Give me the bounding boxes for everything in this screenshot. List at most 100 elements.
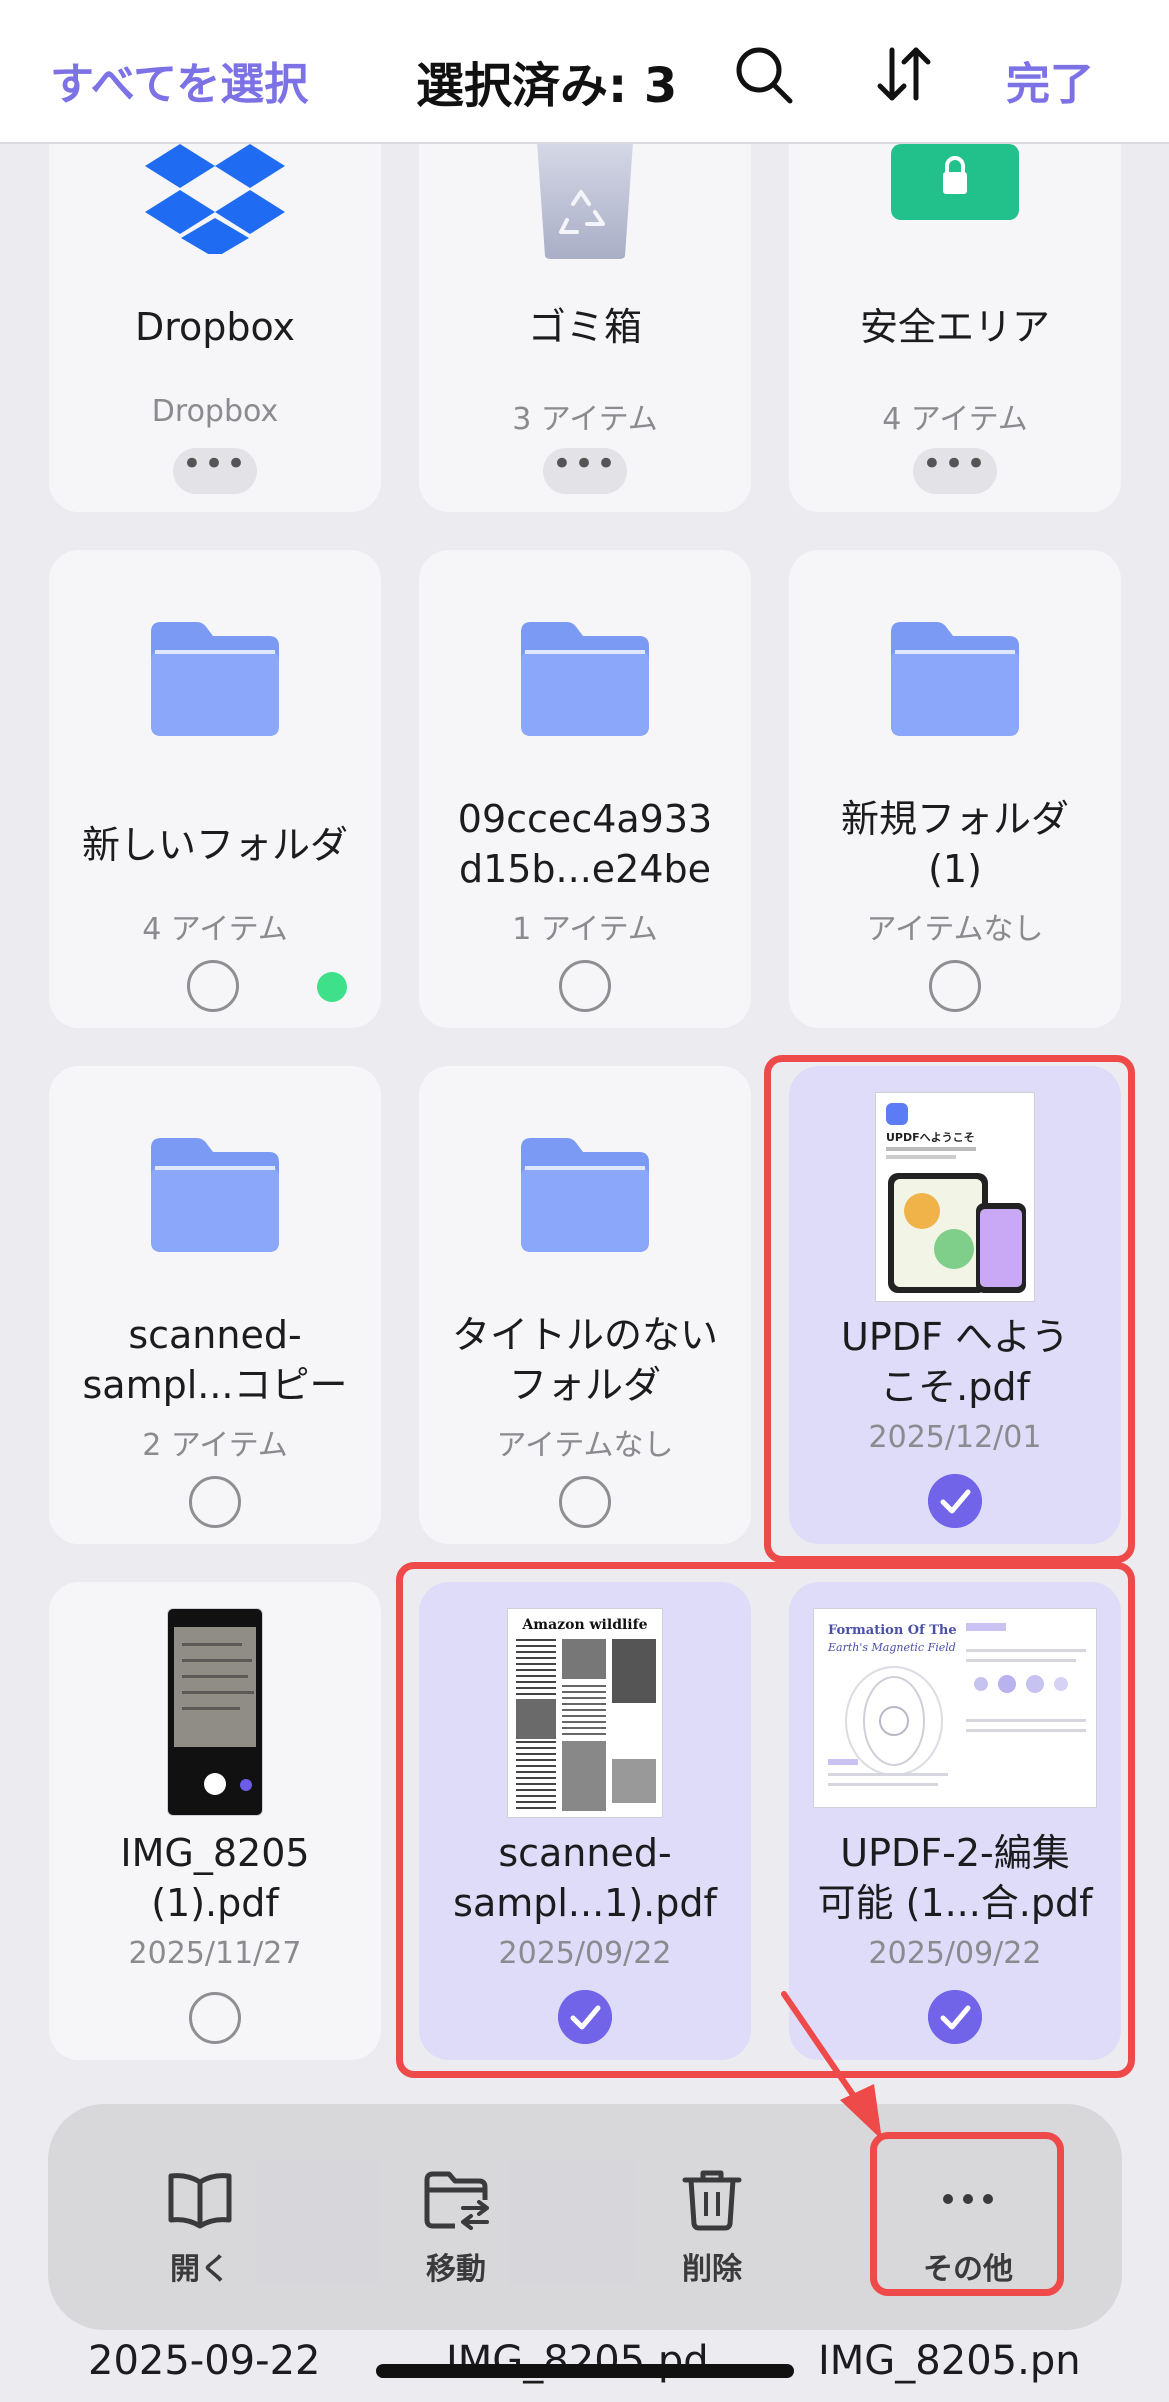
- ellipsis-icon: •••: [921, 444, 989, 484]
- book-icon: [168, 2173, 232, 2229]
- grid-item-trash[interactable]: ゴミ箱 3 アイテム •••: [419, 80, 751, 512]
- item-subtitle: アイテムなし: [866, 912, 1044, 947]
- folder-icon: [151, 1138, 279, 1252]
- item-name: UPDF-2-編集 可能 (1...合.pdf: [817, 1831, 1093, 1925]
- item-subtitle: 2025/12/01: [868, 1420, 1042, 1455]
- item-name: ゴミ箱: [527, 305, 642, 349]
- thumb-title: Amazon wildlife: [522, 1617, 648, 1633]
- item-name: IMG_8205 (1).pdf: [120, 1831, 310, 1925]
- search-icon[interactable]: [733, 44, 795, 106]
- item-name: 09ccec4a933 d15b...e24be: [457, 797, 713, 891]
- grid-item-folder[interactable]: scanned- sampl...コピー 2 アイテム: [49, 1066, 381, 1544]
- item-name: タイトルのない フォルダ: [451, 1313, 718, 1407]
- notebook-photo: [174, 1627, 256, 1747]
- folder-icon: [151, 622, 279, 736]
- animal-photo: [612, 1759, 656, 1803]
- item-subtitle: 2025/11/27: [128, 1936, 302, 1971]
- folder-move-icon: [424, 2171, 489, 2230]
- annotation-arrow: [781, 1991, 882, 2140]
- folder-icon: [521, 1138, 649, 1252]
- more-button[interactable]: その他: [868, 2164, 1068, 2288]
- new-item-dot: [317, 972, 347, 1002]
- checkmark-selected-icon[interactable]: [928, 1474, 982, 1528]
- updf-logo-icon: [886, 1103, 908, 1125]
- giraffe-photo: [562, 1741, 606, 1811]
- selection-radio[interactable]: [187, 960, 239, 1012]
- home-indicator: [376, 2364, 794, 2378]
- grid-item-folder[interactable]: タイトルのない フォルダ アイテムなし: [419, 1066, 751, 1544]
- selection-count-title: 選択済み: 3: [416, 58, 678, 114]
- grid-item-safe-area[interactable]: 安全エリア 4 アイテム •••: [789, 80, 1121, 512]
- trash-bin-icon: [537, 142, 633, 259]
- grid-item-folder[interactable]: 09ccec4a933 d15b...e24be 1 アイテム: [419, 550, 751, 1028]
- more-options-button[interactable]: •••: [913, 444, 997, 494]
- select-all-button[interactable]: すべてを選択: [50, 48, 308, 112]
- pdf-thumbnail: UPDFへようこそ: [875, 1092, 1035, 1302]
- grid-item-folder[interactable]: 新規フォルダ (1) アイテムなし: [789, 550, 1121, 1028]
- item-subtitle: 2025/09/22: [498, 1936, 672, 1971]
- item-subtitle: 1 アイテム: [512, 912, 658, 947]
- done-button[interactable]: 完了: [1006, 48, 1094, 112]
- trash-icon: [682, 2170, 742, 2231]
- animal-photo: [562, 1639, 606, 1679]
- item-subtitle: 4 アイテム: [142, 912, 288, 947]
- grid-item-dropbox[interactable]: Dropbox Dropbox •••: [49, 80, 381, 512]
- thumb-title: Formation Of The: [828, 1623, 957, 1638]
- item-subtitle: 4 アイテム: [882, 402, 1028, 437]
- thumb-title: UPDFへようこそ: [886, 1131, 975, 1144]
- lock-folder-icon: [891, 144, 1019, 220]
- phone-illustration: [976, 1203, 1026, 1293]
- item-name: 安全エリア: [859, 305, 1050, 349]
- peek-filename: IMG_8205.pn: [818, 2338, 1081, 2384]
- grid-item-folder[interactable]: 新しいフォルダ 4 アイテム: [49, 550, 381, 1028]
- delete-button[interactable]: 削除: [612, 2164, 812, 2288]
- selection-radio[interactable]: [189, 1476, 241, 1528]
- item-name: Dropbox: [134, 305, 296, 349]
- checkmark-selected-icon[interactable]: [558, 1990, 612, 2044]
- selection-radio[interactable]: [559, 960, 611, 1012]
- ellipsis-icon: •••: [551, 444, 619, 484]
- move-button[interactable]: 移動: [356, 2164, 556, 2288]
- pdf-thumbnail: Amazon wildlife: [507, 1608, 663, 1818]
- grid-item-pdf-selected[interactable]: UPDFへようこそ UPDF へよう こそ.pdf 2025/12/01: [789, 1066, 1121, 1544]
- item-subtitle: 2025/09/22: [868, 1936, 1042, 1971]
- delete-label: 削除: [682, 2252, 742, 2287]
- top-bar: すべてを選択 選択済み: 3 完了: [0, 0, 1169, 144]
- peek-date: 2025-09-22: [88, 2338, 321, 2384]
- more-label: その他: [923, 2252, 1013, 2287]
- item-name: UPDF へよう こそ.pdf: [841, 1315, 1069, 1409]
- ellipsis-icon: •••: [181, 444, 249, 484]
- selection-radio[interactable]: [929, 960, 981, 1012]
- ellipsis-icon: [943, 2194, 993, 2204]
- grid-item-pdf-selected[interactable]: Amazon wildlife scanned- sampl...1).pdf …: [419, 1582, 751, 2060]
- item-subtitle: アイテムなし: [496, 1428, 674, 1463]
- dropbox-icon: [145, 144, 285, 254]
- grid-item-pdf[interactable]: IMG_8205 (1).pdf 2025/11/27: [49, 1582, 381, 2060]
- thumb-subtitle: Earth's Magnetic Field: [828, 1641, 956, 1654]
- open-label: 開く: [170, 2252, 230, 2287]
- animal-photo: [612, 1639, 656, 1703]
- item-name: 新しいフォルダ: [81, 823, 348, 867]
- sort-icon[interactable]: [872, 42, 936, 106]
- pdf-thumbnail: [167, 1608, 263, 1816]
- move-label: 移動: [426, 2252, 486, 2287]
- item-subtitle: 2 アイテム: [142, 1428, 288, 1463]
- pdf-thumbnail: Formation Of The Earth's Magnetic Field: [813, 1608, 1097, 1808]
- bottom-action-toolbar: 開く 移動 削除 その他: [48, 2104, 1122, 2330]
- folder-icon: [891, 622, 1019, 736]
- selection-radio[interactable]: [559, 1476, 611, 1528]
- shutter-icon: [204, 1773, 226, 1795]
- item-subtitle: Dropbox: [151, 394, 279, 429]
- tablet-illustration: [888, 1173, 988, 1293]
- checkmark-selected-icon[interactable]: [928, 1990, 982, 2044]
- item-name: scanned- sampl...コピー: [82, 1313, 348, 1407]
- item-subtitle: 3 アイテム: [512, 402, 658, 437]
- more-options-button[interactable]: •••: [543, 444, 627, 494]
- animal-photo: [516, 1699, 556, 1739]
- folder-icon: [521, 622, 649, 736]
- item-name: 新規フォルダ (1): [840, 797, 1069, 891]
- selection-radio[interactable]: [189, 1992, 241, 2044]
- item-name: scanned- sampl...1).pdf: [453, 1831, 717, 1925]
- open-button[interactable]: 開く: [100, 2164, 300, 2288]
- more-options-button[interactable]: •••: [173, 444, 257, 494]
